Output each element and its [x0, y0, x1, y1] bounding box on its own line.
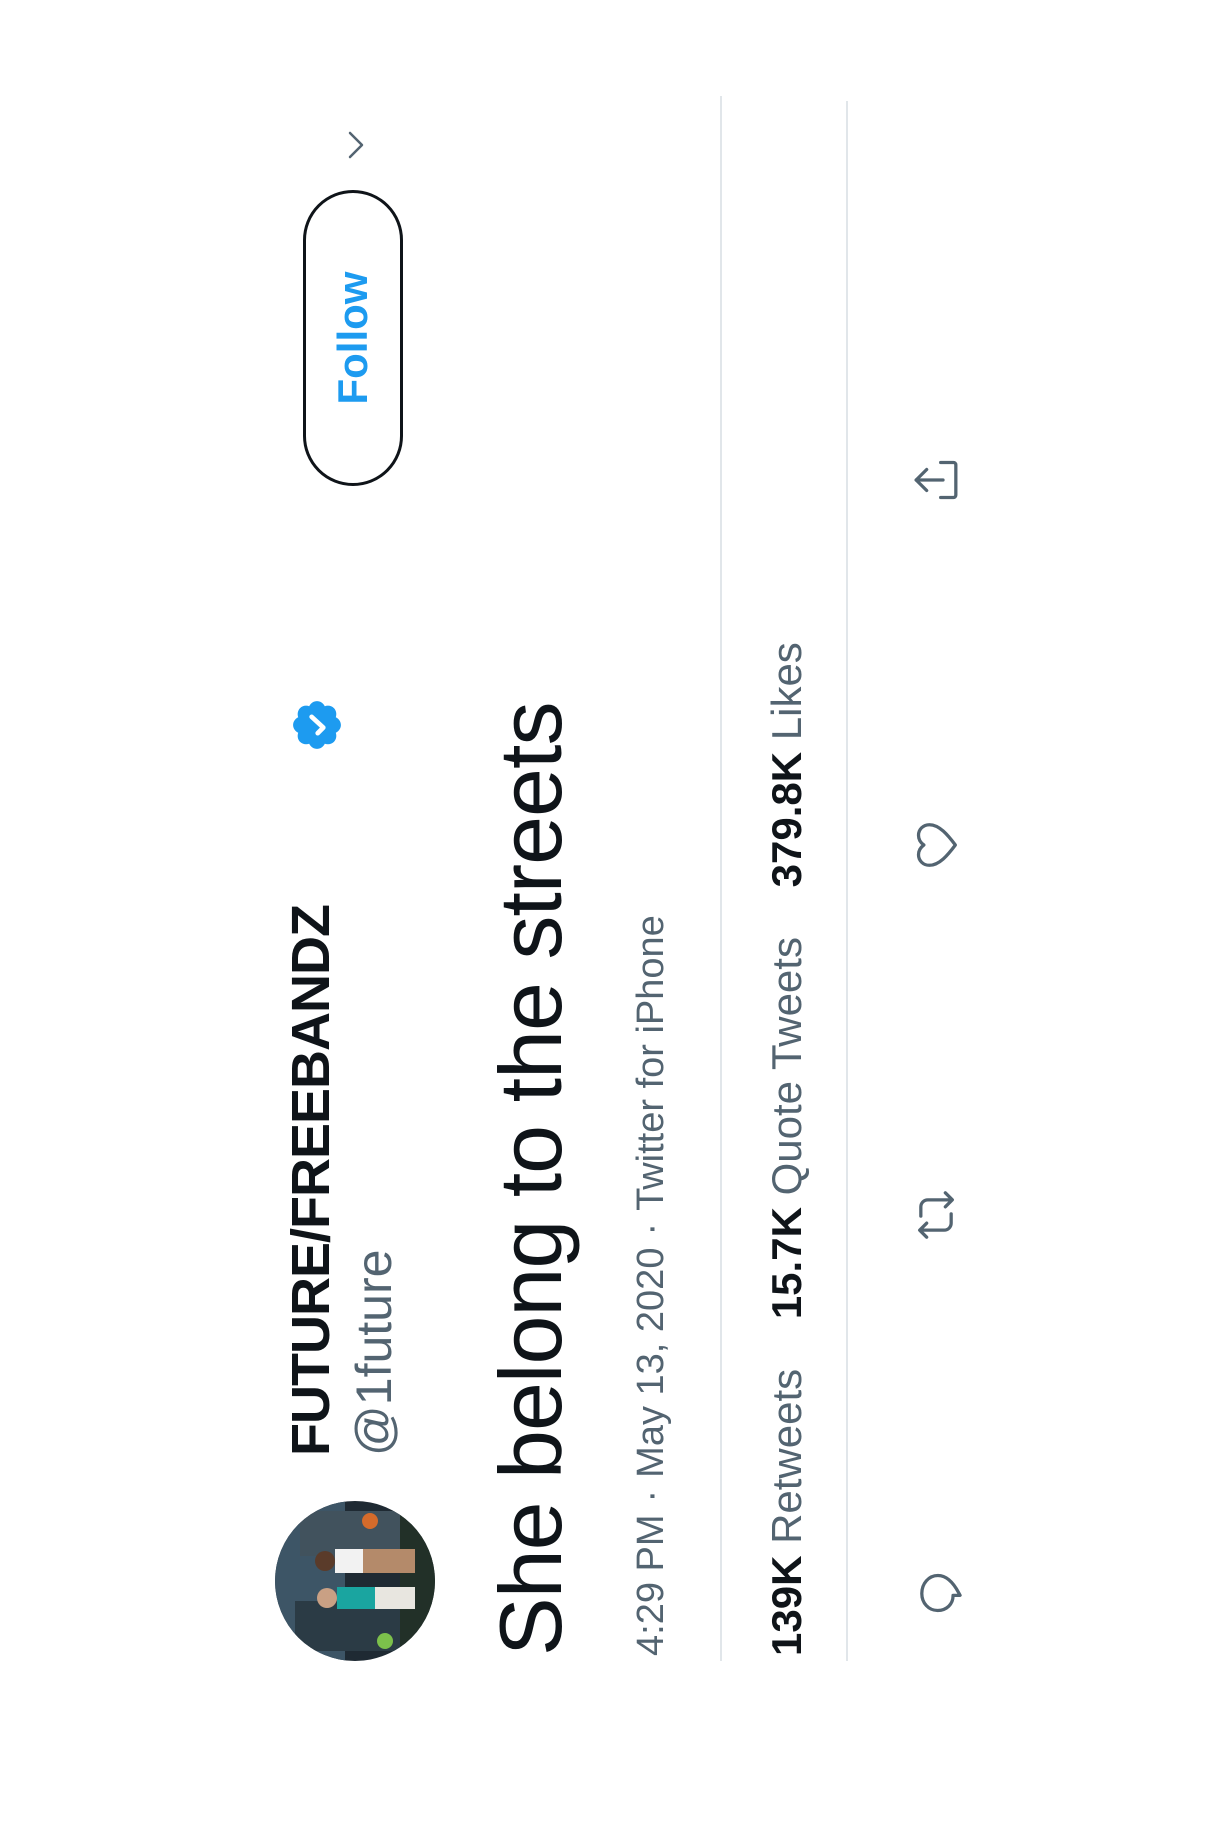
- tweet-date[interactable]: May 13, 2020: [630, 1248, 672, 1478]
- retweets-label: Retweets: [763, 1368, 810, 1544]
- retweet-icon[interactable]: [908, 1187, 964, 1243]
- verified-badge-icon: [289, 697, 345, 753]
- tweet-time[interactable]: 4:29 PM: [630, 1514, 672, 1656]
- meta-separator: ·: [630, 1222, 672, 1236]
- engagement-stats: 139K Retweets 15.7K Quote Tweets 379.8K …: [763, 604, 811, 1656]
- quote-tweets-count: 15.7K: [763, 1207, 810, 1320]
- divider: [720, 96, 722, 1661]
- quote-tweets-stat[interactable]: 15.7K Quote Tweets: [763, 937, 810, 1319]
- avatar[interactable]: [275, 1501, 435, 1661]
- tweet-card: FUTURE/FREEBANDZ @1future Follow She bel…: [0, 0, 1214, 1821]
- likes-count: 379.8K: [763, 751, 810, 888]
- retweets-stat[interactable]: 139K Retweets: [763, 1369, 810, 1656]
- author-display-name[interactable]: FUTURE/FREEBANDZ: [280, 905, 342, 1456]
- chevron-down-icon[interactable]: [336, 125, 376, 165]
- meta-separator: ·: [630, 1489, 672, 1503]
- likes-stat[interactable]: 379.8K Likes: [763, 642, 810, 887]
- tweet-source[interactable]: Twitter for iPhone: [630, 915, 672, 1211]
- heart-icon[interactable]: [908, 817, 964, 873]
- screenshot-stage: FUTURE/FREEBANDZ @1future Follow She bel…: [0, 0, 1214, 1821]
- follow-button[interactable]: Follow: [303, 190, 403, 486]
- reply-icon[interactable]: [912, 1565, 968, 1621]
- quote-tweets-label: Quote Tweets: [763, 937, 810, 1196]
- tweet-meta: 4:29 PM · May 13, 2020 · Twitter for iPhone: [630, 915, 673, 1656]
- share-icon[interactable]: [908, 452, 964, 508]
- likes-label: Likes: [763, 642, 810, 741]
- avatar-photo: [275, 1501, 435, 1661]
- retweets-count: 139K: [763, 1555, 810, 1656]
- divider: [846, 101, 848, 1661]
- author-handle[interactable]: @1future: [345, 1250, 403, 1456]
- tweet-text: She belong to the streets: [481, 702, 580, 1656]
